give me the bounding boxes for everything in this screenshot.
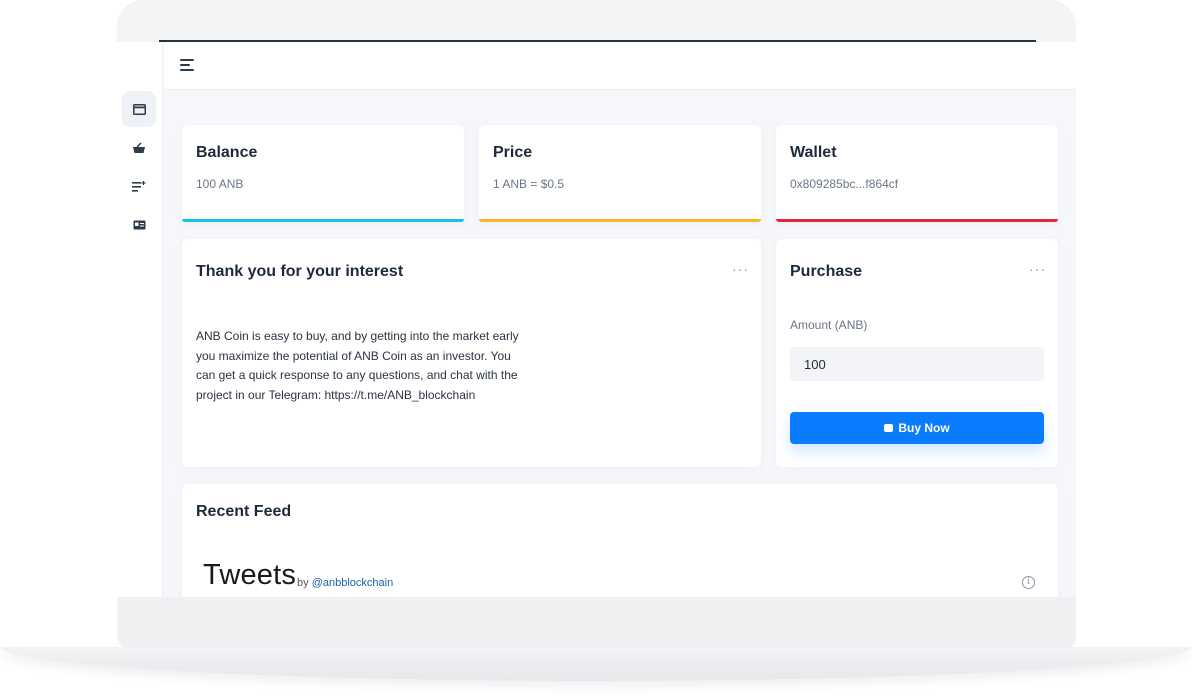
info-icon[interactable]: i [1022, 576, 1035, 589]
more-options-icon[interactable]: ··· [732, 262, 749, 276]
app-screen: Balance 100 ANB Price 1 ANB = $0.5 Walle… [117, 42, 1076, 597]
purchase-title: Purchase [790, 263, 863, 280]
purchase-card: Purchase ··· Amount (ANB) Buy Now [776, 239, 1058, 467]
wallet-address: 0x809285bc...f864cf [790, 177, 899, 191]
balance-value: 100 ANB [196, 177, 244, 191]
twitter-handle-link[interactable]: @anbblockchain [312, 577, 394, 589]
laptop-base [0, 647, 1192, 681]
intro-title: Thank you for your interest [196, 263, 404, 280]
feed-title: Recent Feed [196, 503, 292, 520]
buy-now-label: Buy Now [898, 421, 950, 435]
intro-card: Thank you for your interest ··· ANB Coin… [182, 239, 761, 467]
price-card: Price 1 ANB = $0.5 [479, 125, 761, 222]
card-title: Balance [196, 144, 258, 161]
sidebar-item-buy[interactable] [122, 130, 156, 166]
wallet-icon [884, 424, 894, 432]
hamburger-icon[interactable] [180, 59, 194, 71]
balance-card: Balance 100 ANB [182, 125, 464, 222]
accent-bar [479, 219, 761, 222]
more-options-icon[interactable]: ··· [1029, 262, 1046, 276]
amount-label: Amount (ANB) [790, 318, 868, 332]
buy-now-button[interactable]: Buy Now [790, 412, 1044, 444]
tweets-byline: by @anbblockchain [297, 577, 393, 589]
credit-card-icon [132, 103, 146, 115]
list-plus-icon [132, 180, 146, 192]
card-title: Price [493, 144, 533, 161]
laptop-hinge [118, 597, 1076, 649]
accent-bar [182, 219, 464, 222]
wallet-card: Wallet 0x809285bc...f864cf [776, 125, 1058, 222]
intro-text: ANB Coin is easy to buy, and by getting … [196, 329, 519, 402]
id-card-icon [133, 220, 145, 230]
card-title: Wallet [790, 144, 837, 161]
tweets-heading: Tweets [203, 559, 297, 591]
basket-icon [133, 142, 145, 153]
price-value: 1 ANB = $0.5 [493, 177, 565, 191]
by-label: by [297, 577, 309, 589]
amount-input[interactable] [790, 347, 1044, 381]
sidebar [117, 42, 163, 597]
top-header [164, 42, 1076, 90]
sidebar-item-profile[interactable] [122, 207, 156, 243]
accent-bar [776, 219, 1058, 222]
recent-feed-card: Recent Feed Tweets by @anbblockchain i [182, 484, 1058, 597]
sidebar-item-wallet[interactable] [122, 91, 156, 127]
sidebar-item-transactions[interactable] [122, 168, 156, 204]
